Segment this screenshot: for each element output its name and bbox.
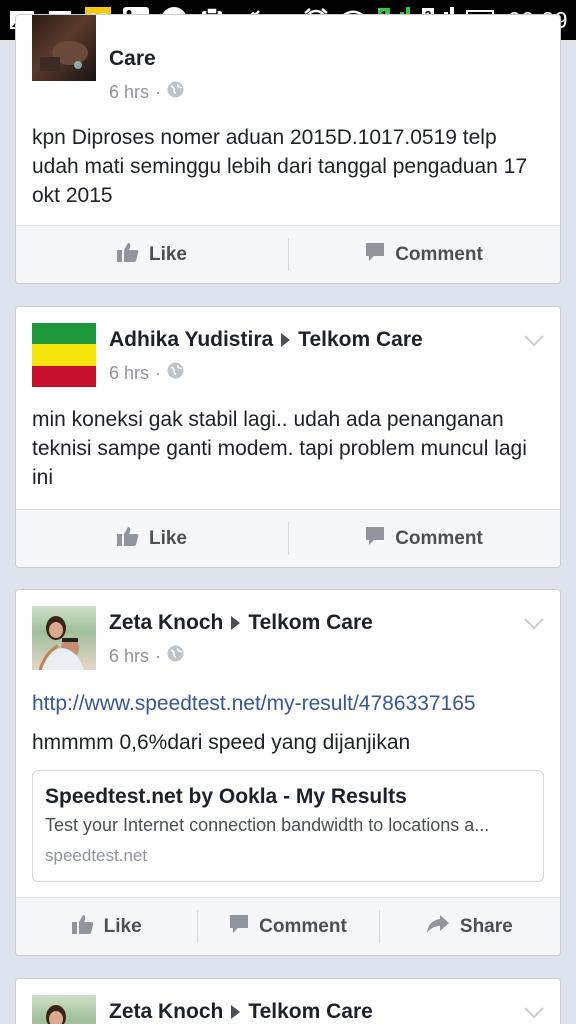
post-header: Adhika Yudistira Telkom Care	[109, 328, 423, 352]
page-name[interactable]: Telkom Care	[248, 1000, 373, 1024]
post-link[interactable]: http://www.speedtest.net/my-result/47863…	[32, 689, 540, 718]
thumbs-up-icon	[71, 914, 94, 940]
author-name[interactable]: Zeta Knoch	[109, 1000, 223, 1024]
post-text: kpn Diproses nomer aduan 2015D.1017.0519…	[32, 126, 528, 207]
like-label: Like	[148, 527, 188, 549]
like-button[interactable]: Like	[16, 226, 288, 283]
comment-label: Comment	[395, 527, 483, 549]
post-meta: 6 hrs ·	[109, 362, 184, 384]
post-time[interactable]: 6 hrs	[109, 363, 149, 384]
comment-icon	[365, 526, 385, 552]
post-card: Care 6 hrs · kpn Diproses nomer aduan 20…	[15, 14, 561, 284]
meta-separator: ·	[155, 645, 162, 666]
comment-button[interactable]: Comment	[288, 226, 560, 283]
share-label: Share	[459, 915, 513, 937]
comment-button[interactable]: Comment	[197, 898, 378, 955]
like-button[interactable]: Like	[16, 510, 288, 567]
flag-green-stripe	[32, 323, 96, 344]
chevron-down-icon[interactable]	[524, 1007, 544, 1019]
thumbs-up-icon	[116, 242, 139, 268]
thumbs-up-icon	[116, 526, 139, 552]
avatar[interactable]	[32, 323, 96, 387]
like-label: Like	[103, 915, 142, 937]
comment-icon	[365, 242, 385, 268]
post-actions: Like Comment	[16, 509, 560, 567]
post-card: Adhika Yudistira Telkom Care 6 hrs · min…	[15, 306, 561, 568]
meta-separator: ·	[155, 81, 162, 102]
author-name[interactable]: Zeta Knoch	[109, 611, 223, 635]
share-icon	[426, 914, 450, 940]
comment-button[interactable]: Comment	[288, 510, 560, 567]
post-actions: Like Comment	[16, 225, 560, 283]
like-label: Like	[148, 243, 188, 265]
post-card: Zeta Knoch Telkom Care	[15, 978, 561, 1024]
chevron-down-icon[interactable]	[524, 618, 544, 630]
avatar[interactable]	[32, 606, 96, 670]
triangle-right-icon	[231, 616, 241, 630]
globe-icon	[167, 81, 184, 103]
comment-icon	[229, 914, 249, 940]
preview-domain: speedtest.net	[45, 846, 148, 865]
post-meta: 6 hrs ·	[109, 645, 184, 667]
post-header: Zeta Knoch Telkom Care	[109, 1000, 373, 1024]
post-time[interactable]: 6 hrs	[109, 646, 149, 667]
flag-red-stripe	[32, 366, 96, 387]
post-meta: 6 hrs ·	[109, 81, 184, 103]
flag-yellow-stripe	[32, 344, 96, 366]
chevron-down-icon[interactable]	[524, 335, 544, 347]
comment-label: Comment	[395, 243, 483, 265]
globe-icon	[167, 645, 184, 667]
post-actions: Like Comment Share	[16, 897, 560, 955]
share-button[interactable]: Share	[378, 898, 560, 955]
post-time[interactable]: 6 hrs	[109, 82, 149, 103]
avatar[interactable]	[32, 15, 96, 81]
post-header: Zeta Knoch Telkom Care	[109, 611, 373, 635]
post-card: Zeta Knoch Telkom Care 6 hrs · http://ww…	[15, 589, 561, 956]
page-name[interactable]: Telkom Care	[248, 611, 373, 635]
post-text: min koneksi gak stabil lagi.. udah ada p…	[32, 408, 527, 489]
triangle-right-icon	[281, 333, 291, 347]
triangle-right-icon	[231, 1005, 241, 1019]
preview-description: Test your Internet connection bandwidth …	[45, 815, 490, 835]
globe-icon	[167, 362, 184, 384]
comment-label: Comment	[259, 915, 347, 937]
like-button[interactable]: Like	[16, 898, 197, 955]
avatar[interactable]	[32, 995, 96, 1024]
post-text: hmmmm 0,6%dari speed yang dijanjikan	[32, 731, 411, 754]
post-header: Care	[109, 47, 156, 71]
meta-separator: ·	[155, 362, 162, 383]
author-name[interactable]: Adhika Yudistira	[109, 328, 273, 352]
page-name[interactable]: Care	[109, 47, 156, 71]
link-preview[interactable]: Speedtest.net by Ookla - My Results Test…	[32, 770, 544, 882]
page-name[interactable]: Telkom Care	[298, 328, 423, 352]
preview-title: Speedtest.net by Ookla - My Results	[45, 785, 407, 808]
